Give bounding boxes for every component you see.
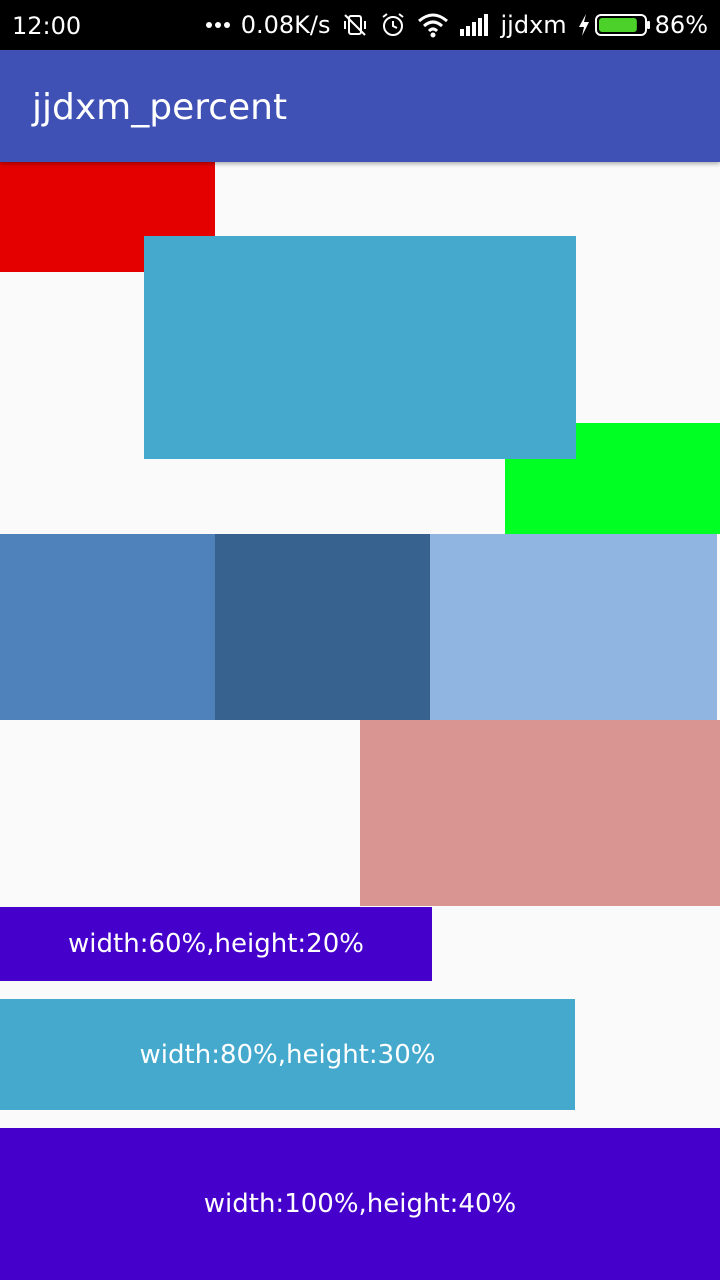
carrier-name: jjdxm	[500, 11, 567, 39]
status-icons: 0.08K/s jjdxm 86%	[205, 10, 708, 40]
wifi-icon	[417, 12, 449, 38]
status-bar: 12:00 0.08K/s jjdxm 86%	[0, 0, 720, 50]
battery-fill	[598, 18, 637, 32]
app-title: jjdxm_percent	[32, 87, 288, 128]
pink-box	[360, 720, 720, 906]
battery: 86%	[577, 10, 708, 40]
blue-center-box	[144, 236, 576, 459]
box-label: width:60%,height:20%	[68, 929, 364, 959]
width-60-height-20-box: width:60%,height:20%	[0, 907, 432, 981]
alarm-icon	[379, 11, 407, 39]
width-80-height-30-box: width:80%,height:30%	[0, 999, 575, 1110]
battery-percent: 86%	[654, 11, 708, 39]
status-time: 12:00	[12, 12, 82, 40]
charging-icon	[577, 13, 591, 37]
signal-icon	[459, 13, 491, 37]
steel-blue-box-2	[215, 534, 430, 720]
steel-blue-box-3	[430, 534, 717, 720]
steel-blue-box-1	[0, 534, 215, 720]
more-dots-icon	[205, 21, 231, 29]
box-label: width:80%,height:30%	[139, 1039, 436, 1070]
network-speed: 0.08K/s	[240, 11, 331, 39]
width-100-height-40-box: width:100%,height:40%	[0, 1128, 720, 1280]
box-label: width:100%,height:40%	[203, 1189, 517, 1219]
mute-icon	[341, 11, 369, 39]
battery-icon	[594, 13, 651, 37]
